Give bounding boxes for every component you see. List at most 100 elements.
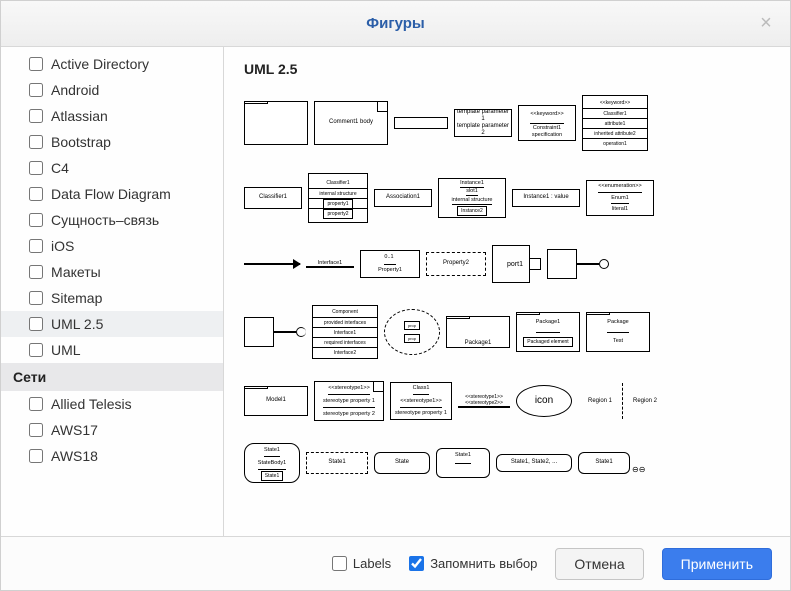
shapes-dialog: Фигуры × Active Directory Android Atlass…	[0, 0, 791, 591]
shape-class-structure[interactable]: Classifier1 internal structure property1…	[308, 173, 368, 223]
sidebar-item-label: Android	[51, 82, 99, 98]
checkbox[interactable]	[29, 397, 43, 411]
labels-checkbox-label: Labels	[353, 556, 391, 571]
shape-stereotyped-class[interactable]: Class1 <<stereotype1>> stereotype proper…	[390, 382, 452, 420]
checkbox[interactable]	[409, 556, 424, 571]
sidebar-item-label: C4	[51, 160, 69, 176]
remember-checkbox-label: Запомнить выбор	[430, 556, 537, 571]
checkbox[interactable]	[29, 291, 43, 305]
sidebar-item-allied-telesis[interactable]: Allied Telesis	[1, 391, 223, 417]
checkbox[interactable]	[29, 187, 43, 201]
labels-checkbox[interactable]: Labels	[332, 556, 391, 571]
checkbox[interactable]	[29, 317, 43, 331]
sidebar-item-label: Sitemap	[51, 290, 102, 306]
dialog-title: Фигуры	[366, 15, 424, 32]
shape-state-submachine[interactable]: State1 ⊖⊖	[578, 452, 645, 474]
sidebar-item-label: AWS17	[51, 422, 98, 438]
dialog-footer: Labels Запомнить выбор Отмена Применить	[1, 536, 790, 590]
checkbox[interactable]	[332, 556, 347, 571]
checkbox[interactable]	[29, 265, 43, 279]
shape-package[interactable]: Package1	[446, 316, 510, 348]
shape-stereotype-edge[interactable]: <<stereotype1>> <<stereotype2>>	[458, 394, 510, 408]
sidebar-item-label: AWS18	[51, 448, 98, 464]
sidebar-item-atlassian[interactable]: Atlassian	[1, 103, 223, 129]
sidebar-item-label: Bootstrap	[51, 134, 111, 150]
shape-instance-value[interactable]: Instance1 : value	[512, 189, 580, 207]
sidebar-group-networking: Сети	[1, 363, 223, 391]
checkbox[interactable]	[29, 239, 43, 253]
sidebar-item-label: Active Directory	[51, 56, 149, 72]
checkbox[interactable]	[29, 135, 43, 149]
sidebar-item-aws18[interactable]: AWS18	[1, 443, 223, 469]
shape-classifier-full[interactable]: <<keyword>> Classifier1 attribute1 inher…	[582, 95, 648, 151]
checkbox[interactable]	[29, 423, 43, 437]
shape-state-list[interactable]: State1, State2, ...	[496, 454, 572, 472]
shape-property[interactable]: 0..1 Property1	[360, 250, 420, 278]
shape-component[interactable]: Component provided interfaces Interface1…	[312, 305, 378, 359]
remember-checkbox[interactable]: Запомнить выбор	[409, 556, 537, 571]
shape-classifier[interactable]: Classifier1	[244, 187, 302, 209]
shape-regions[interactable]: Region 1 Region 2	[578, 383, 667, 419]
preview-title: UML 2.5	[244, 61, 770, 77]
shape-constraint[interactable]: <<keyword>> Constraint1 specification	[518, 105, 576, 141]
shape-icon-ellipse[interactable]: icon	[516, 385, 572, 417]
sidebar-item-ios[interactable]: iOS	[1, 233, 223, 259]
shape-dependency-arrow[interactable]	[244, 263, 300, 265]
sidebar-item-c4[interactable]: C4	[1, 155, 223, 181]
sidebar-item-active-directory[interactable]: Active Directory	[1, 51, 223, 77]
shape-enum[interactable]: <<enumeration>> Enum1 literal1	[586, 180, 654, 216]
sidebar-item-uml25[interactable]: UML 2.5	[1, 311, 223, 337]
apply-button[interactable]: Применить	[662, 548, 772, 580]
shape-state-split[interactable]: State1	[436, 448, 490, 478]
shape-comment[interactable]: Comment1 body	[314, 101, 388, 145]
checkbox[interactable]	[29, 449, 43, 463]
shape-required-interface[interactable]	[244, 317, 306, 347]
dialog-header: Фигуры ×	[1, 1, 790, 47]
shape-collaboration[interactable]: prop prop	[384, 309, 440, 355]
shape-instance-struct[interactable]: Instance1 slot1 internal structure Insta…	[438, 178, 506, 218]
sidebar-item-label: iOS	[51, 238, 74, 254]
sidebar-item-label: UML 2.5	[51, 316, 103, 332]
cancel-button[interactable]: Отмена	[555, 548, 643, 580]
close-icon[interactable]: ×	[754, 11, 778, 35]
sidebar-item-aws17[interactable]: AWS17	[1, 417, 223, 443]
category-sidebar[interactable]: Active Directory Android Atlassian Boots…	[1, 47, 224, 536]
shape-package-test[interactable]: Package Test	[586, 312, 650, 352]
shape-state[interactable]: State	[374, 452, 430, 474]
shape-state-compartments[interactable]: State1 StateBody1 State1	[244, 443, 300, 483]
sidebar-item-mockups[interactable]: Макеты	[1, 259, 223, 285]
shape-package-empty[interactable]	[244, 101, 308, 145]
shape-package-elements[interactable]: Package1 Packaged element	[516, 312, 580, 352]
sidebar-item-erd[interactable]: Сущность–связь	[1, 207, 223, 233]
shape-property-dashed[interactable]: Property2	[426, 252, 486, 276]
shape-preview-pane[interactable]: UML 2.5 Comment1 body template parameter…	[224, 47, 790, 536]
sidebar-item-label: Data Flow Diagram	[51, 186, 171, 202]
checkbox[interactable]	[29, 343, 43, 357]
sidebar-item-label: Atlassian	[51, 108, 108, 124]
sidebar-item-dfd[interactable]: Data Flow Diagram	[1, 181, 223, 207]
checkbox[interactable]	[29, 83, 43, 97]
shape-stereotype-note[interactable]: <<stereotype1>> stereotype property 1 st…	[314, 381, 384, 421]
shape-template-params[interactable]: template parameter 1 template parameter …	[454, 109, 512, 137]
sidebar-item-android[interactable]: Android	[1, 77, 223, 103]
dialog-body: Active Directory Android Atlassian Boots…	[1, 47, 790, 536]
shape-state-dashed[interactable]: State1	[306, 452, 368, 474]
shape-port[interactable]: port1	[492, 245, 541, 283]
sidebar-item-uml[interactable]: UML	[1, 337, 223, 363]
shape-provided-interface[interactable]	[547, 249, 609, 279]
checkbox[interactable]	[29, 109, 43, 123]
checkbox[interactable]	[29, 213, 43, 227]
checkbox[interactable]	[29, 57, 43, 71]
sidebar-item-label: UML	[51, 342, 81, 358]
sidebar-item-sitemap[interactable]: Sitemap	[1, 285, 223, 311]
shape-model[interactable]: Model1	[244, 386, 308, 416]
checkbox[interactable]	[29, 161, 43, 175]
shape-association[interactable]: Association1	[374, 189, 432, 207]
sidebar-item-label: Макеты	[51, 264, 101, 280]
sidebar-item-label: Allied Telesis	[51, 396, 132, 412]
shape-label[interactable]	[394, 117, 448, 129]
sidebar-item-label: Сущность–связь	[51, 212, 159, 228]
shape-interface-line[interactable]: Interface1	[306, 260, 354, 268]
shape-grid: Comment1 body template parameter 1 templ…	[244, 95, 770, 483]
sidebar-item-bootstrap[interactable]: Bootstrap	[1, 129, 223, 155]
